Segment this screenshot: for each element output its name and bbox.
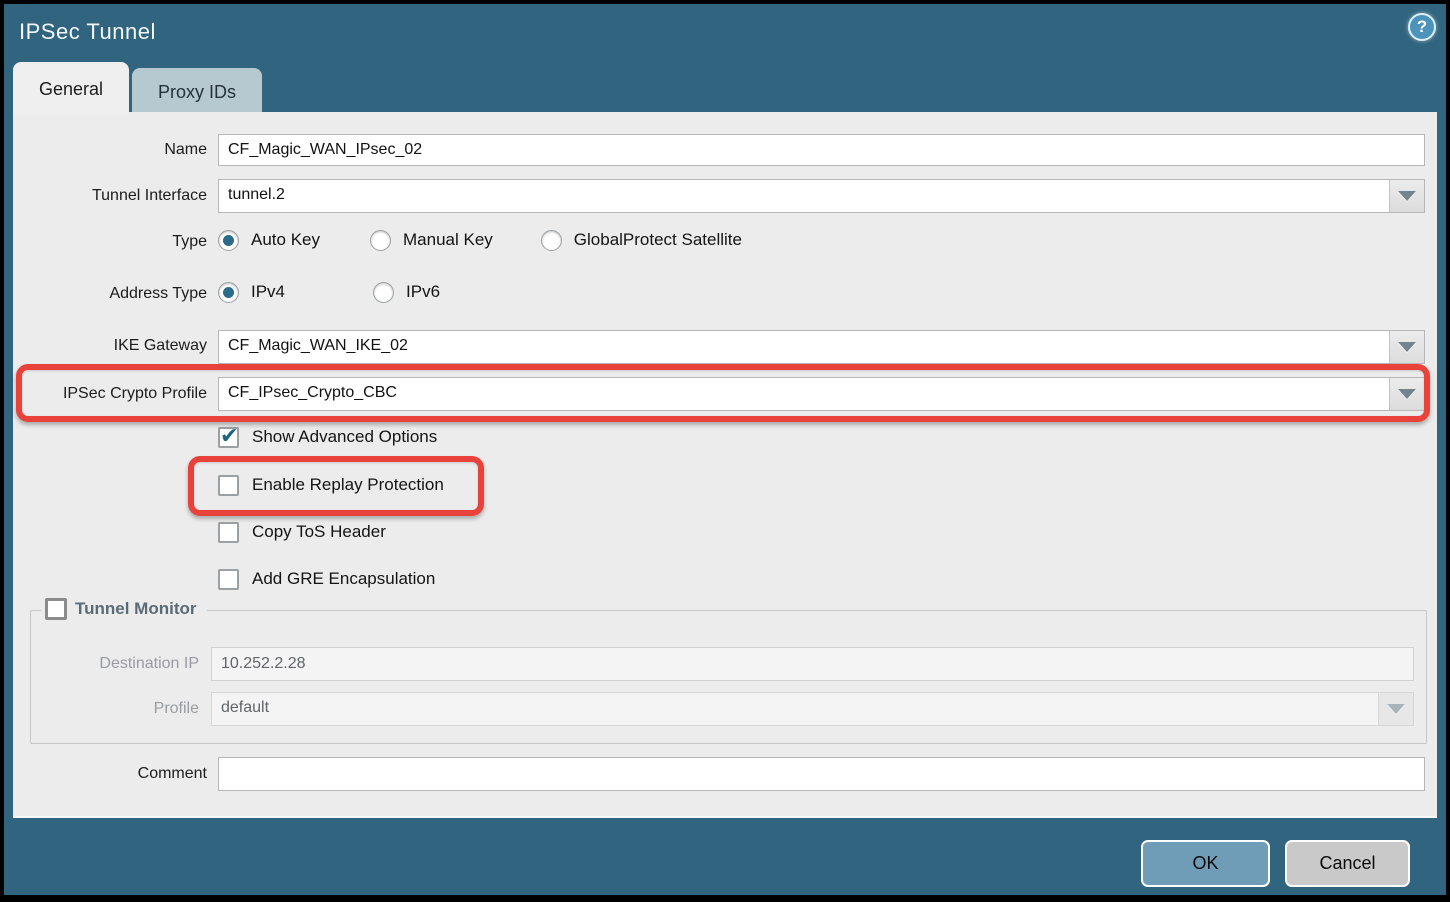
radio-label: GlobalProtect Satellite: [574, 230, 742, 250]
radio-label: Auto Key: [251, 230, 320, 250]
tunnel-interface-label: Tunnel Interface: [13, 180, 207, 212]
ok-button[interactable]: OK: [1141, 840, 1270, 887]
checkbox-copy-tos-header[interactable]: Copy ToS Header: [218, 519, 386, 545]
tab-proxy-ids[interactable]: Proxy IDs: [132, 68, 262, 116]
checkbox-checked-icon: [218, 427, 239, 448]
tab-bar: General Proxy IDs: [13, 62, 265, 116]
profile-select: default: [211, 692, 1414, 726]
radio-unselected-icon: [541, 230, 562, 251]
checkbox-show-advanced-options[interactable]: Show Advanced Options: [218, 424, 437, 450]
comment-label: Comment: [13, 758, 207, 790]
chevron-down-icon: [1398, 342, 1416, 352]
radio-ipv4[interactable]: IPv4: [218, 282, 285, 303]
radio-globalprotect-satellite[interactable]: GlobalProtect Satellite: [541, 230, 742, 251]
radio-unselected-icon: [373, 282, 394, 303]
chevron-down-icon: [1387, 704, 1405, 714]
profile-label: Profile: [31, 692, 199, 726]
ipsec-tunnel-dialog: IPSec Tunnel ? General Proxy IDs Name Tu…: [4, 4, 1446, 895]
tunnel-monitor-label: Tunnel Monitor: [75, 599, 197, 619]
checkbox-label: Enable Replay Protection: [252, 475, 444, 495]
radio-label: IPv4: [251, 282, 285, 302]
checkbox-label: Show Advanced Options: [252, 427, 437, 447]
ipsec-crypto-profile-label: IPSec Crypto Profile: [13, 378, 207, 410]
ipsec-crypto-profile-select[interactable]: CF_IPsec_Crypto_CBC: [218, 377, 1425, 411]
radio-manual-key[interactable]: Manual Key: [370, 230, 493, 251]
ipsec-crypto-profile-value: CF_IPsec_Crypto_CBC: [219, 378, 1389, 410]
tunnel-interface-dropdown-button[interactable]: [1389, 180, 1424, 212]
ike-gateway-dropdown-button[interactable]: [1389, 331, 1424, 363]
address-type-radio-group: IPv4 IPv6: [218, 278, 440, 306]
tab-general[interactable]: General: [13, 62, 129, 116]
tunnel-interface-value: tunnel.2: [219, 180, 1389, 212]
ike-gateway-label: IKE Gateway: [13, 330, 207, 362]
comment-input[interactable]: [218, 757, 1425, 791]
checkbox-unchecked-icon: [218, 475, 239, 496]
type-label: Type: [13, 226, 207, 258]
name-label: Name: [13, 134, 207, 166]
radio-selected-icon: [218, 282, 239, 303]
profile-value: default: [212, 693, 1378, 725]
destination-ip-input: [211, 647, 1414, 681]
dialog-footer: OK Cancel: [4, 815, 1446, 895]
cancel-button[interactable]: Cancel: [1285, 840, 1410, 887]
checkbox-unchecked-icon[interactable]: [45, 598, 67, 620]
checkbox-add-gre-encapsulation[interactable]: Add GRE Encapsulation: [218, 566, 435, 592]
ike-gateway-value: CF_Magic_WAN_IKE_02: [219, 331, 1389, 363]
tunnel-monitor-fieldset: Tunnel Monitor Destination IP Profile de…: [30, 610, 1427, 744]
chevron-down-icon: [1398, 191, 1416, 201]
name-input[interactable]: [218, 134, 1425, 166]
destination-ip-label: Destination IP: [31, 647, 199, 681]
type-radio-group: Auto Key Manual Key GlobalProtect Satell…: [218, 226, 742, 254]
radio-selected-icon: [218, 230, 239, 251]
checkbox-unchecked-icon: [218, 569, 239, 590]
ike-gateway-select[interactable]: CF_Magic_WAN_IKE_02: [218, 330, 1425, 364]
checkbox-unchecked-icon: [218, 522, 239, 543]
help-icon[interactable]: ?: [1408, 13, 1436, 41]
radio-label: Manual Key: [403, 230, 493, 250]
ipsec-crypto-profile-dropdown-button[interactable]: [1389, 378, 1424, 410]
dialog-title: IPSec Tunnel: [19, 19, 156, 45]
address-type-label: Address Type: [13, 278, 207, 310]
checkbox-label: Copy ToS Header: [252, 522, 386, 542]
radio-label: IPv6: [406, 282, 440, 302]
chevron-down-icon: [1398, 389, 1416, 399]
checkbox-enable-replay-protection[interactable]: Enable Replay Protection: [218, 472, 444, 498]
profile-dropdown-button: [1378, 693, 1413, 725]
radio-ipv6[interactable]: IPv6: [373, 282, 440, 303]
tunnel-monitor-legend[interactable]: Tunnel Monitor: [41, 598, 207, 620]
radio-auto-key[interactable]: Auto Key: [218, 230, 320, 251]
radio-unselected-icon: [370, 230, 391, 251]
checkbox-label: Add GRE Encapsulation: [252, 569, 435, 589]
dialog-title-bar: IPSec Tunnel ?: [4, 4, 1446, 64]
tunnel-interface-select[interactable]: tunnel.2: [218, 179, 1425, 213]
general-tab-panel: Name Tunnel Interface tunnel.2 Type Auto…: [13, 112, 1437, 818]
